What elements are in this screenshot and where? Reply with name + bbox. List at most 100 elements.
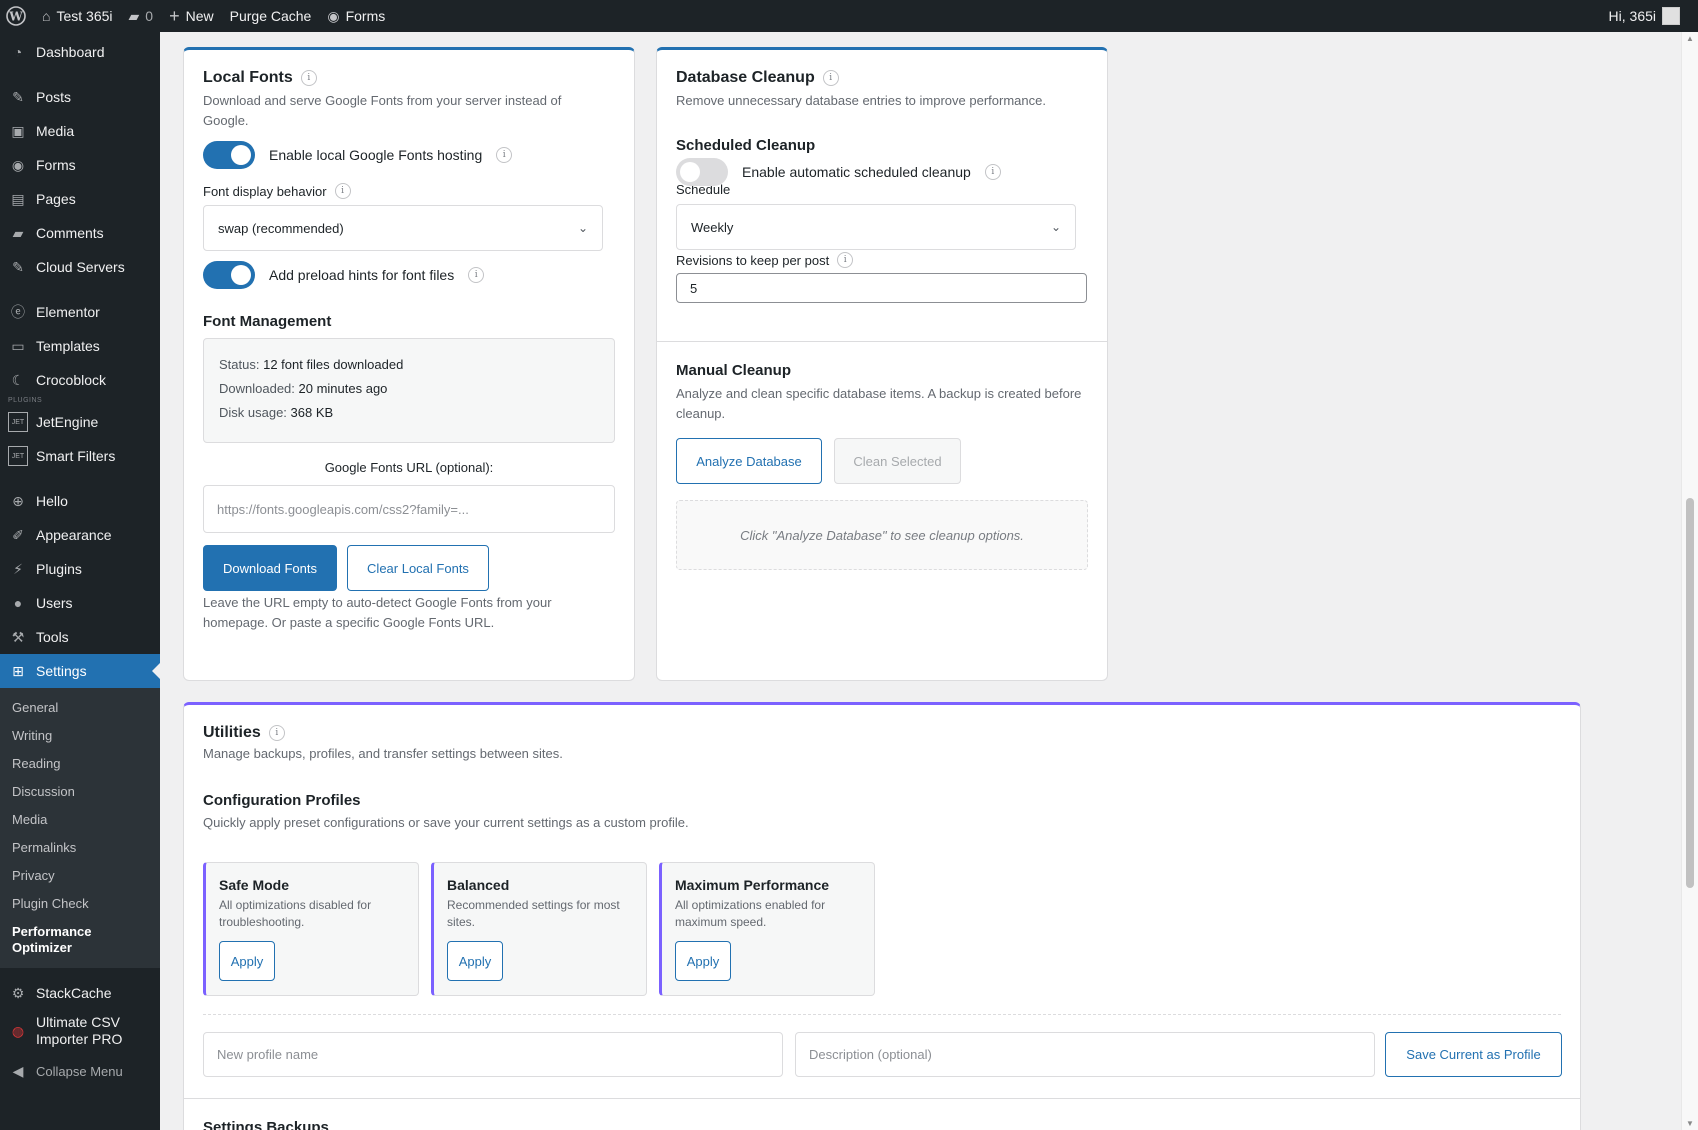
submenu-performance-optimizer[interactable]: Performance Optimizer (0, 918, 110, 962)
menu-appearance[interactable]: ✐ Appearance (0, 518, 160, 552)
info-icon[interactable]: i (822, 70, 839, 86)
profile-description-placeholder: Description (optional) (809, 1047, 932, 1062)
info-icon[interactable]: i (468, 267, 485, 283)
menu-label: Settings (36, 663, 87, 679)
menu-label: Templates (36, 338, 100, 354)
info-icon[interactable]: i (984, 164, 1001, 180)
submenu-discussion[interactable]: Discussion (0, 778, 160, 806)
menu-comments[interactable]: ▰ Comments (0, 216, 160, 250)
cleanup-actions: Analyze Database Clean Selected (676, 438, 1088, 484)
settings-backups-title: Settings Backups (203, 1119, 329, 1130)
menu-settings[interactable]: ⊞ Settings (0, 654, 160, 688)
menu-posts[interactable]: ✎ Posts (0, 80, 160, 114)
profiles-divider (203, 1014, 1561, 1015)
pin-icon: ✎ (12, 258, 24, 275)
enable-local-fonts-label: Enable local Google Fonts hosting (269, 147, 483, 163)
menu-crocoblock[interactable]: ☾ Crocoblock (0, 363, 160, 397)
wrench-icon: ⚒ (11, 628, 25, 645)
info-icon[interactable]: i (300, 70, 317, 86)
submenu-media[interactable]: Media (0, 806, 160, 834)
menu-label: JetEngine (36, 414, 99, 430)
download-fonts-button[interactable]: Download Fonts (203, 545, 337, 591)
menu-label: Cloud Servers (36, 259, 125, 275)
comments-link[interactable]: ▰ 0 (121, 0, 162, 32)
wordpress-logo-button[interactable]: W (0, 0, 34, 32)
scroll-up-arrow-icon[interactable]: ▲ (1686, 34, 1694, 43)
revisions-input[interactable]: 5 (676, 273, 1087, 303)
info-icon[interactable]: i (496, 147, 513, 163)
scroll-down-arrow-icon[interactable]: ▼ (1686, 1119, 1694, 1128)
menu-tools[interactable]: ⚒ Tools (0, 620, 160, 654)
menu-stackcache[interactable]: ⚙ StackCache (0, 976, 160, 1010)
profile-description-input[interactable]: Description (optional) (795, 1032, 1375, 1077)
chevron-down-icon: ⌄ (1050, 220, 1061, 234)
menu-dashboard[interactable]: ◔ Dashboard (0, 35, 160, 69)
configuration-profiles-description: Quickly apply preset configurations or s… (203, 815, 689, 830)
font-display-select[interactable]: swap (recommended) ⌄ (203, 205, 603, 251)
csv-icon: ◍ (11, 1022, 25, 1039)
scrollbar-thumb[interactable] (1686, 498, 1694, 888)
menu-hello[interactable]: ⊕ Hello (0, 484, 160, 518)
collapse-icon: ◀ (12, 1062, 24, 1079)
google-fonts-url-input[interactable]: https://fonts.googleapis.com/css2?family… (203, 485, 615, 533)
menu-label: Plugins (36, 561, 82, 577)
auto-cleanup-toggle[interactable] (676, 158, 728, 186)
menu-forms[interactable]: ◉ Forms (0, 148, 160, 182)
submenu-writing[interactable]: Writing (0, 722, 160, 750)
utilities-card: Utilities i Manage backups, profiles, and… (183, 702, 1581, 1130)
forms-icon: ◉ (327, 7, 340, 24)
apply-balanced-button[interactable]: Apply (447, 941, 503, 981)
submenu-general[interactable]: General (0, 694, 160, 722)
new-content-link[interactable]: + New (161, 0, 222, 32)
menu-templates[interactable]: ▭ Templates (0, 329, 160, 363)
new-profile-name-input[interactable]: New profile name (203, 1032, 783, 1077)
utilities-title: Utilities i (203, 724, 1561, 742)
schedule-label: Schedule (676, 182, 731, 197)
status-label: Status: (219, 357, 260, 372)
submenu-plugin-check[interactable]: Plugin Check (0, 890, 160, 918)
font-display-value: swap (recommended) (218, 220, 344, 236)
revisions-label-row: Revisions to keep per post i (676, 252, 1088, 268)
collapse-menu-button[interactable]: ◀ Collapse Menu (0, 1054, 160, 1088)
apply-maximum-performance-button[interactable]: Apply (675, 941, 731, 981)
menu-pages[interactable]: ▤ Pages (0, 182, 160, 216)
menu-label: Comments (36, 225, 104, 241)
analyze-database-button[interactable]: Analyze Database (676, 438, 822, 484)
preload-hints-toggle[interactable] (203, 261, 255, 289)
brush-icon: ✐ (12, 526, 24, 543)
disk-row: Disk usage: 368 KB (219, 401, 599, 425)
menu-cloud-servers[interactable]: ✎ Cloud Servers (0, 250, 160, 284)
purge-cache-link[interactable]: Purge Cache (222, 0, 320, 32)
menu-jetengine[interactable]: JET JetEngine (0, 405, 160, 439)
info-icon[interactable]: i (268, 725, 285, 741)
menu-label: StackCache (36, 985, 112, 1001)
submenu-reading[interactable]: Reading (0, 750, 160, 778)
dashboard-icon: ◔ (13, 44, 23, 60)
apply-safe-mode-button[interactable]: Apply (219, 941, 275, 981)
google-fonts-url-label: Google Fonts URL (optional): (324, 460, 494, 475)
forms-link[interactable]: ◉ Forms (319, 0, 393, 32)
submenu-privacy[interactable]: Privacy (0, 862, 160, 890)
submenu-permalinks[interactable]: Permalinks (0, 834, 160, 862)
status-row: Status: 12 font files downloaded (219, 353, 599, 377)
my-account-link[interactable]: Hi, 365i (1601, 0, 1698, 32)
folder-icon: ▭ (11, 337, 25, 354)
clear-local-fonts-button[interactable]: Clear Local Fonts (347, 545, 489, 591)
menu-csv-importer[interactable]: ◍ Ultimate CSV Importer PRO (0, 1010, 160, 1052)
info-icon[interactable]: i (837, 252, 854, 268)
cleanup-results-placeholder: Click "Analyze Database" to see cleanup … (676, 500, 1088, 570)
page-scrollbar[interactable]: ▲ ▼ (1681, 32, 1698, 1130)
schedule-select[interactable]: Weekly ⌄ (676, 204, 1076, 250)
clean-selected-button[interactable]: Clean Selected (834, 438, 961, 484)
menu-elementor[interactable]: ⓔ Elementor (0, 295, 160, 329)
enable-local-fonts-toggle[interactable] (203, 141, 255, 169)
cleanup-placeholder-text: Click "Analyze Database" to see cleanup … (740, 527, 1024, 543)
menu-smart-filters[interactable]: JET Smart Filters (0, 439, 160, 473)
site-name-link[interactable]: ⌂ Test 365i (34, 0, 121, 32)
menu-users[interactable]: ● Users (0, 586, 160, 620)
save-current-as-profile-button[interactable]: Save Current as Profile (1385, 1032, 1562, 1077)
new-profile-name-placeholder: New profile name (217, 1047, 319, 1062)
menu-media[interactable]: ▣ Media (0, 114, 160, 148)
info-icon[interactable]: i (334, 183, 351, 199)
menu-plugins[interactable]: ⚡ Plugins (0, 552, 160, 586)
